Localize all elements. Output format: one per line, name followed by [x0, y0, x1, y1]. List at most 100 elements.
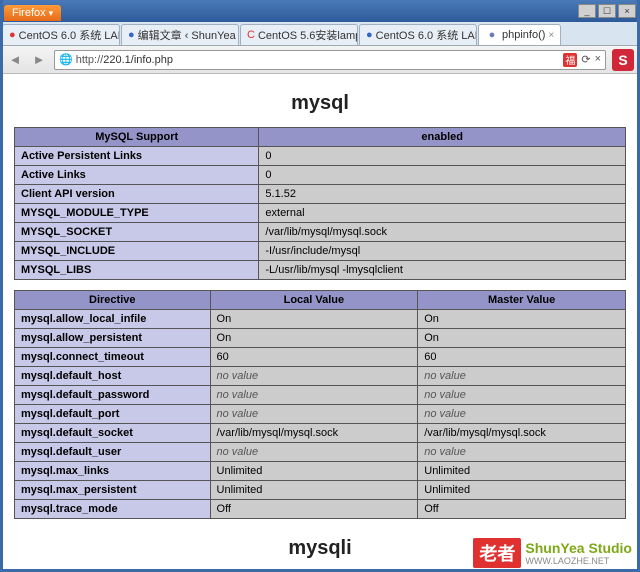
- table-row: mysql.connect_timeout6060: [15, 348, 626, 367]
- directive-name: MYSQL_MODULE_TYPE: [15, 204, 259, 223]
- refresh-button[interactable]: ⟳: [581, 53, 590, 67]
- master-value: /var/lib/mysql/mysql.sock: [418, 424, 626, 443]
- table-header: Local Value: [210, 291, 418, 310]
- directive-name: MYSQL_INCLUDE: [15, 242, 259, 261]
- table-row: MYSQL_LIBS-L/usr/lib/mysql -lmysqlclient: [15, 261, 626, 280]
- master-value: no value: [418, 443, 626, 462]
- browser-tab[interactable]: ●编辑文章 ‹ ShunYea …×: [121, 24, 239, 45]
- fu-badge-icon: 福: [563, 53, 577, 67]
- browser-tab[interactable]: ●phpinfo()×: [478, 24, 561, 45]
- master-value: Off: [418, 500, 626, 519]
- directive-value: 5.1.52: [259, 185, 626, 204]
- table-row: mysql.max_persistentUnlimitedUnlimited: [15, 481, 626, 500]
- directive-value: -L/usr/lib/mysql -lmysqlclient: [259, 261, 626, 280]
- table-header: MySQL Support: [15, 128, 259, 147]
- watermark-en: ShunYea Studio: [525, 540, 632, 556]
- tab-favicon-icon: ●: [9, 28, 16, 42]
- table-row: mysql.allow_persistentOnOn: [15, 329, 626, 348]
- browser-tab[interactable]: CCentOS 5.6安装lamp(…×: [240, 24, 358, 45]
- directive-name: Active Persistent Links: [15, 147, 259, 166]
- local-value: no value: [210, 386, 418, 405]
- master-value: Unlimited: [418, 481, 626, 500]
- local-value: no value: [210, 443, 418, 462]
- directive-value: -I/usr/include/mysql: [259, 242, 626, 261]
- minimize-button[interactable]: _: [578, 4, 596, 18]
- table-row: mysql.default_userno valueno value: [15, 443, 626, 462]
- directive-value: 0: [259, 166, 626, 185]
- local-value: Unlimited: [210, 481, 418, 500]
- directive-name: MYSQL_LIBS: [15, 261, 259, 280]
- tab-favicon-icon: C: [247, 28, 255, 42]
- master-value: no value: [418, 367, 626, 386]
- mysql-directive-table: DirectiveLocal ValueMaster Value mysql.al…: [14, 290, 626, 519]
- tab-favicon-icon: ●: [128, 28, 135, 42]
- local-value: 60: [210, 348, 418, 367]
- master-value: On: [418, 310, 626, 329]
- tab-label: 编辑文章 ‹ ShunYea …: [138, 27, 239, 43]
- directive-value: external: [259, 204, 626, 223]
- section-heading-mysql: mysql: [14, 92, 626, 115]
- master-value: no value: [418, 405, 626, 424]
- tab-favicon-icon: ●: [366, 28, 373, 42]
- extension-badge[interactable]: S: [612, 49, 634, 71]
- table-header: Directive: [15, 291, 211, 310]
- close-button[interactable]: ×: [618, 4, 636, 18]
- globe-icon: 🌐: [59, 53, 73, 66]
- tab-label: CentOS 6.0 系统 LAM…: [376, 27, 477, 43]
- table-row: mysql.trace_modeOffOff: [15, 500, 626, 519]
- url-path: /info.php: [131, 54, 173, 66]
- browser-tab[interactable]: ●CentOS 6.0 系统 LAM…×: [2, 24, 120, 45]
- table-row: MYSQL_SOCKET/var/lib/mysql/mysql.sock: [15, 223, 626, 242]
- master-value: On: [418, 329, 626, 348]
- directive-name: mysql.default_socket: [15, 424, 211, 443]
- page-content[interactable]: mysql MySQL SupportenabledActive Persist…: [0, 74, 640, 572]
- url-bar[interactable]: 🌐 http:// 220.1 /info.php 福 ⟳ ×: [54, 50, 606, 70]
- table-row: mysql.default_portno valueno value: [15, 405, 626, 424]
- directive-name: mysql.max_links: [15, 462, 211, 481]
- master-value: no value: [418, 386, 626, 405]
- tab-close-icon[interactable]: ×: [548, 30, 554, 41]
- table-row: mysql.default_socket/var/lib/mysql/mysql…: [15, 424, 626, 443]
- directive-name: mysql.allow_local_infile: [15, 310, 211, 329]
- local-value: no value: [210, 405, 418, 424]
- directive-name: mysql.trace_mode: [15, 500, 211, 519]
- maximize-button[interactable]: ☐: [598, 4, 616, 18]
- local-value: Off: [210, 500, 418, 519]
- local-value: On: [210, 310, 418, 329]
- table-row: Client API version5.1.52: [15, 185, 626, 204]
- directive-value: 0: [259, 147, 626, 166]
- table-row: Active Links0: [15, 166, 626, 185]
- firefox-menu-button[interactable]: Firefox: [4, 5, 61, 21]
- local-value: On: [210, 329, 418, 348]
- directive-name: mysql.default_port: [15, 405, 211, 424]
- tab-label: CentOS 5.6安装lamp(…: [258, 27, 358, 43]
- tab-label: phpinfo(): [502, 29, 545, 41]
- url-prefix: http://: [76, 54, 104, 66]
- directive-name: mysql.connect_timeout: [15, 348, 211, 367]
- url-host: 220.1: [103, 54, 131, 66]
- watermark-url: WWW.LAOZHE.NET: [525, 556, 632, 566]
- tab-favicon-icon: ●: [485, 28, 499, 42]
- local-value: /var/lib/mysql/mysql.sock: [210, 424, 418, 443]
- back-button[interactable]: ◄: [6, 51, 24, 69]
- tab-strip: ●CentOS 6.0 系统 LAM…×●编辑文章 ‹ ShunYea …×CC…: [0, 22, 640, 46]
- master-value: 60: [418, 348, 626, 367]
- browser-tab[interactable]: ●CentOS 6.0 系统 LAM…×: [359, 24, 477, 45]
- watermark-cn: 老者: [473, 538, 521, 568]
- master-value: Unlimited: [418, 462, 626, 481]
- directive-name: mysql.default_password: [15, 386, 211, 405]
- directive-name: MYSQL_SOCKET: [15, 223, 259, 242]
- tab-label: CentOS 6.0 系统 LAM…: [19, 27, 120, 43]
- stop-button[interactable]: ×: [595, 53, 601, 67]
- directive-name: mysql.allow_persistent: [15, 329, 211, 348]
- table-header: enabled: [259, 128, 626, 147]
- table-row: Active Persistent Links0: [15, 147, 626, 166]
- forward-button[interactable]: ►: [30, 51, 48, 69]
- table-header: Master Value: [418, 291, 626, 310]
- local-value: no value: [210, 367, 418, 386]
- directive-name: mysql.default_host: [15, 367, 211, 386]
- directive-name: mysql.max_persistent: [15, 481, 211, 500]
- table-row: mysql.default_passwordno valueno value: [15, 386, 626, 405]
- window-titlebar: Firefox _ ☐ ×: [0, 0, 640, 22]
- table-row: MYSQL_INCLUDE-I/usr/include/mysql: [15, 242, 626, 261]
